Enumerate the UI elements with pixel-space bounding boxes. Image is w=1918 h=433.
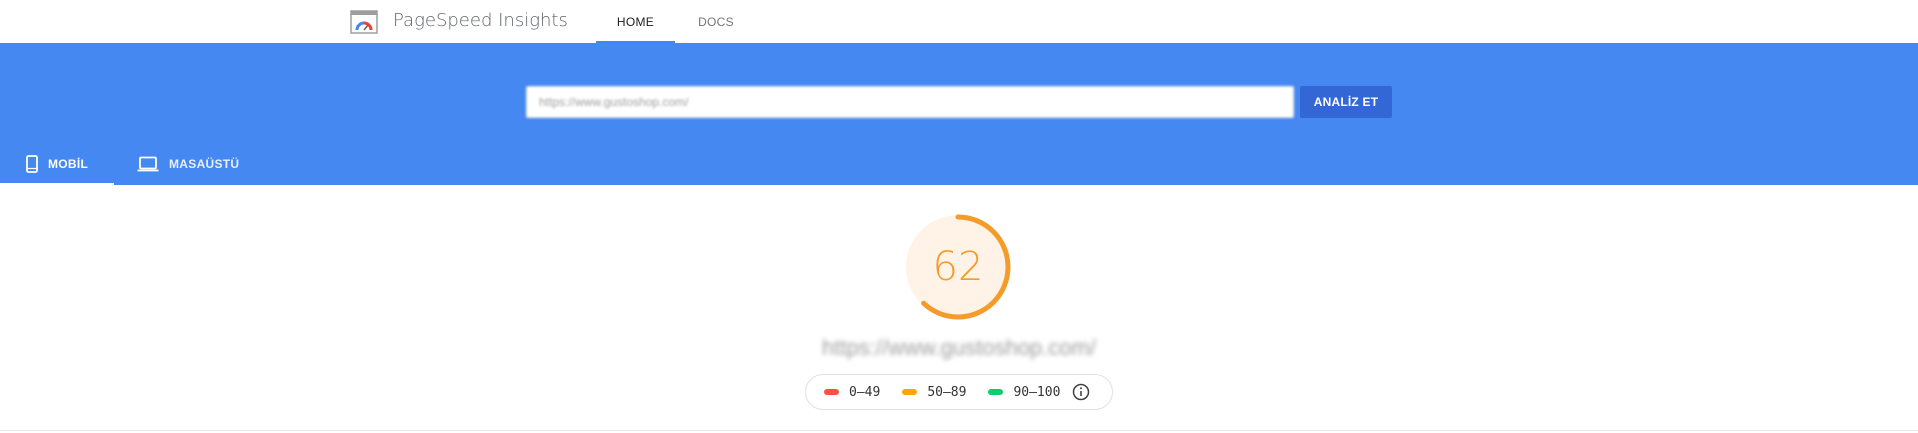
smartphone-icon: [26, 155, 38, 173]
laptop-icon: [137, 156, 159, 172]
performance-score: 62: [932, 244, 984, 290]
legend-item-pass: 90–100: [988, 385, 1060, 400]
info-icon[interactable]: [1072, 383, 1090, 401]
score-legend: 0–49 50–89 90–100: [805, 374, 1113, 410]
tested-url: https://www.gustoshop.com/: [822, 335, 1096, 360]
device-tab-desktop[interactable]: MASAÜSTÜ: [137, 143, 267, 185]
legend-swatch: [824, 389, 839, 395]
analyze-button[interactable]: ANALİZ ET: [1300, 86, 1392, 118]
legend-swatch: [988, 389, 1004, 395]
divider: [0, 430, 1918, 431]
legend-item-fail: 0–49: [824, 385, 880, 400]
hero-banner: ANALİZ ET MOBİL MASAÜSTÜ: [0, 43, 1918, 185]
brand-title[interactable]: PageSpeed Insights: [393, 9, 568, 33]
tab-home[interactable]: HOME: [596, 0, 675, 43]
url-input[interactable]: [526, 86, 1294, 118]
top-navigation: PageSpeed Insights HOME DOCS: [0, 0, 1918, 43]
pagespeed-gauge-icon[interactable]: [350, 10, 378, 34]
legend-item-average: 50–89: [902, 385, 966, 400]
device-tab-mobile[interactable]: MOBİL: [0, 143, 114, 185]
legend-range: 50–89: [927, 384, 967, 400]
legend-range: 90–100: [1013, 384, 1061, 400]
legend-swatch: [902, 389, 918, 395]
legend-range: 0–49: [849, 384, 881, 400]
device-tab-label: MOBİL: [48, 157, 89, 171]
device-tab-label: MASAÜSTÜ: [169, 157, 240, 171]
tab-docs[interactable]: DOCS: [684, 0, 748, 43]
